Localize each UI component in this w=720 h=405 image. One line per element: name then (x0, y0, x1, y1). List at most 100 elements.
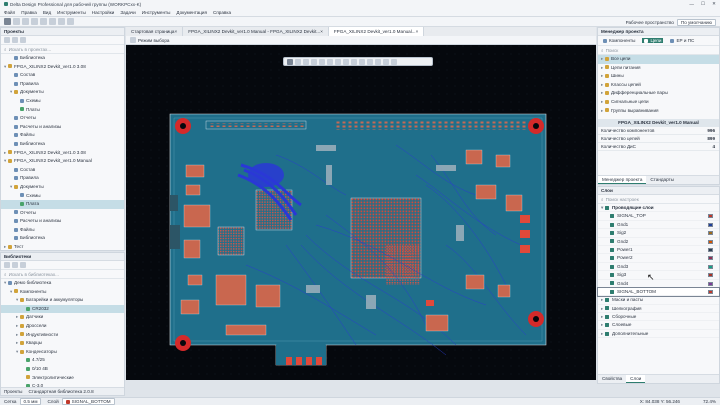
maximize-button[interactable]: ☐ (701, 1, 705, 7)
tree-item[interactable]: Библиотека (1, 140, 124, 149)
tab-properties[interactable]: Свойства (598, 375, 626, 383)
grid-select[interactable]: 0.5 мм (19, 398, 42, 405)
document-tab[interactable]: Стартовая страница × (126, 27, 184, 36)
add-library-icon[interactable] (4, 262, 10, 268)
tree-item[interactable]: ▸ Тест (1, 243, 124, 252)
tree-item[interactable]: Библиотека (1, 54, 124, 63)
manager-tab[interactable]: Компоненты (601, 38, 637, 43)
layer-color-swatch[interactable] (708, 281, 713, 286)
pointer-icon[interactable] (130, 37, 136, 43)
tree-item[interactable]: Библиотека (1, 234, 124, 243)
group-checkbox[interactable] (605, 298, 609, 303)
layer-group-row[interactable]: ▸ Дополнительные (598, 330, 719, 339)
tree-item[interactable]: Плата (1, 200, 124, 209)
add-project-icon[interactable] (4, 37, 10, 43)
layer-color-swatch[interactable] (708, 214, 713, 219)
pcb-canvas[interactable] (126, 45, 596, 380)
tree-item[interactable]: Файлы (1, 131, 124, 140)
measure-tool-icon[interactable] (335, 58, 341, 65)
refresh-icon[interactable] (12, 37, 18, 43)
tree-item[interactable]: ▾ Документы (1, 88, 124, 97)
filter-icon[interactable] (12, 262, 18, 268)
redo-icon[interactable] (40, 18, 47, 25)
tab-layers[interactable]: Слои (626, 375, 646, 383)
menu-item-3[interactable]: Инструменты (57, 10, 86, 15)
layers-tool-icon[interactable] (391, 58, 397, 65)
manager-tab[interactable]: ЕР и ПС (668, 38, 696, 43)
layer-row[interactable]: Gnd1 (598, 221, 719, 230)
menu-item-7[interactable]: Документация (176, 10, 207, 15)
layer-row[interactable]: Gnd2 (598, 238, 719, 246)
tree-item[interactable]: ▾ Батарейки и аккумуляторы (1, 296, 124, 305)
polygon-tool-icon[interactable] (311, 58, 317, 65)
layer-group-row[interactable]: ▸ Шелкография (598, 305, 719, 314)
layer-color-swatch[interactable] (708, 256, 713, 261)
tree-item[interactable]: 0/10 4B (1, 365, 124, 374)
tree-item[interactable]: ▸ Датчики (1, 313, 124, 322)
arc-tool-icon[interactable] (351, 58, 357, 65)
layer-group-row[interactable]: ▸ Маски и пасты (598, 296, 719, 305)
layer-visibility-checkbox[interactable] (610, 214, 614, 219)
tab-projects[interactable]: Проекты (4, 389, 22, 394)
close-button[interactable]: ✕ (712, 1, 716, 7)
menu-item-0[interactable]: Файл (4, 10, 15, 15)
layer-group-row[interactable]: ▸ Сборочные (598, 313, 719, 322)
layer-row[interactable]: Power1 (598, 246, 719, 255)
tree-item[interactable]: Схемы (1, 192, 124, 201)
net-group-item[interactable]: ▸ Цепи питания (598, 64, 719, 73)
group-checkbox[interactable] (605, 323, 609, 328)
tree-item[interactable]: Правила (1, 80, 124, 89)
layer-visibility-checkbox[interactable] (610, 230, 614, 235)
active-layer-select[interactable]: SIGNAL_BOTTOM (61, 398, 115, 405)
layer-visibility-checkbox[interactable] (610, 247, 614, 252)
tree-item[interactable]: Файлы (1, 226, 124, 235)
tree-item[interactable]: ▸ Кварцы (1, 339, 124, 348)
settings-icon[interactable] (20, 262, 26, 268)
layer-visibility-checkbox[interactable] (610, 222, 614, 227)
layer-color-swatch[interactable] (708, 239, 713, 244)
menu-item-4[interactable]: Настройки (92, 10, 115, 15)
tree-item[interactable]: Отчеты (1, 209, 124, 218)
menu-item-5[interactable]: Задачи (120, 10, 135, 15)
text-tool-icon[interactable] (319, 58, 325, 65)
layer-row[interactable]: Sig3 (598, 271, 719, 280)
group-checkbox[interactable] (605, 331, 609, 336)
close-icon[interactable]: × (175, 27, 178, 36)
tree-item[interactable]: ▾ Документы (1, 183, 124, 192)
tree-item[interactable]: Схемы (1, 97, 124, 106)
drc-tool-icon[interactable] (367, 58, 373, 65)
layer-color-swatch[interactable] (708, 289, 713, 294)
menu-item-6[interactable]: Инструменты (142, 10, 171, 15)
layer-visibility-checkbox[interactable] (610, 239, 614, 244)
net-group-item[interactable]: ▸ Дифференциальные пары (598, 89, 719, 98)
layer-visibility-checkbox[interactable] (610, 264, 614, 269)
document-tab[interactable]: FPGA_XILINX2 Devkit_ver1.0 Manual... × (328, 27, 425, 36)
nets-search-input[interactable]: ⌕ Поиск (598, 46, 719, 55)
document-tab[interactable]: FPGA_XILINX2 Devkit_ver1.0 Manual - FPGA… (183, 27, 329, 36)
close-icon[interactable]: × (416, 27, 419, 36)
tab-standards[interactable]: Стандарты (646, 176, 678, 184)
minimize-button[interactable]: — (689, 2, 694, 7)
dimension-tool-icon[interactable] (343, 58, 349, 65)
layer-visibility-checkbox[interactable] (610, 272, 614, 277)
tree-item[interactable]: Состав (1, 166, 124, 175)
tree-item[interactable]: ▸ FPGA_XILINX2 Devkit_ver1.0 3.08 (1, 149, 124, 158)
net-group-item[interactable]: ▸ Классы цепей (598, 81, 719, 90)
layer-color-swatch[interactable] (708, 231, 713, 236)
projects-search-input[interactable]: ⌕ Искать в проектах... (1, 45, 124, 54)
layer-row[interactable]: SIGNAL_BOTTOM (597, 286, 720, 298)
layers-search-input[interactable]: ⌕ Поиск настроек (598, 195, 719, 204)
net-group-item[interactable]: ▸ Все цепи (598, 55, 719, 64)
tree-item[interactable]: ▸ Дроссели (1, 322, 124, 331)
layer-color-swatch[interactable] (708, 247, 713, 252)
line-tool-icon[interactable] (327, 58, 333, 65)
layer-color-swatch[interactable] (708, 273, 713, 278)
save-icon[interactable] (22, 18, 29, 25)
net-group-item[interactable]: ▸ Шины (598, 72, 719, 81)
tab-project-manager[interactable]: Менеджер проекта (598, 176, 647, 184)
layer-row[interactable]: Power2 (598, 254, 719, 263)
new-icon[interactable] (4, 18, 11, 25)
tree-item[interactable]: ▾ FPGA_XILINX2 Devkit_ver1.0 Manual (1, 157, 124, 166)
layer-group-row[interactable]: ▸ Слоевые (598, 321, 719, 330)
tree-item[interactable]: Платы (1, 106, 124, 115)
